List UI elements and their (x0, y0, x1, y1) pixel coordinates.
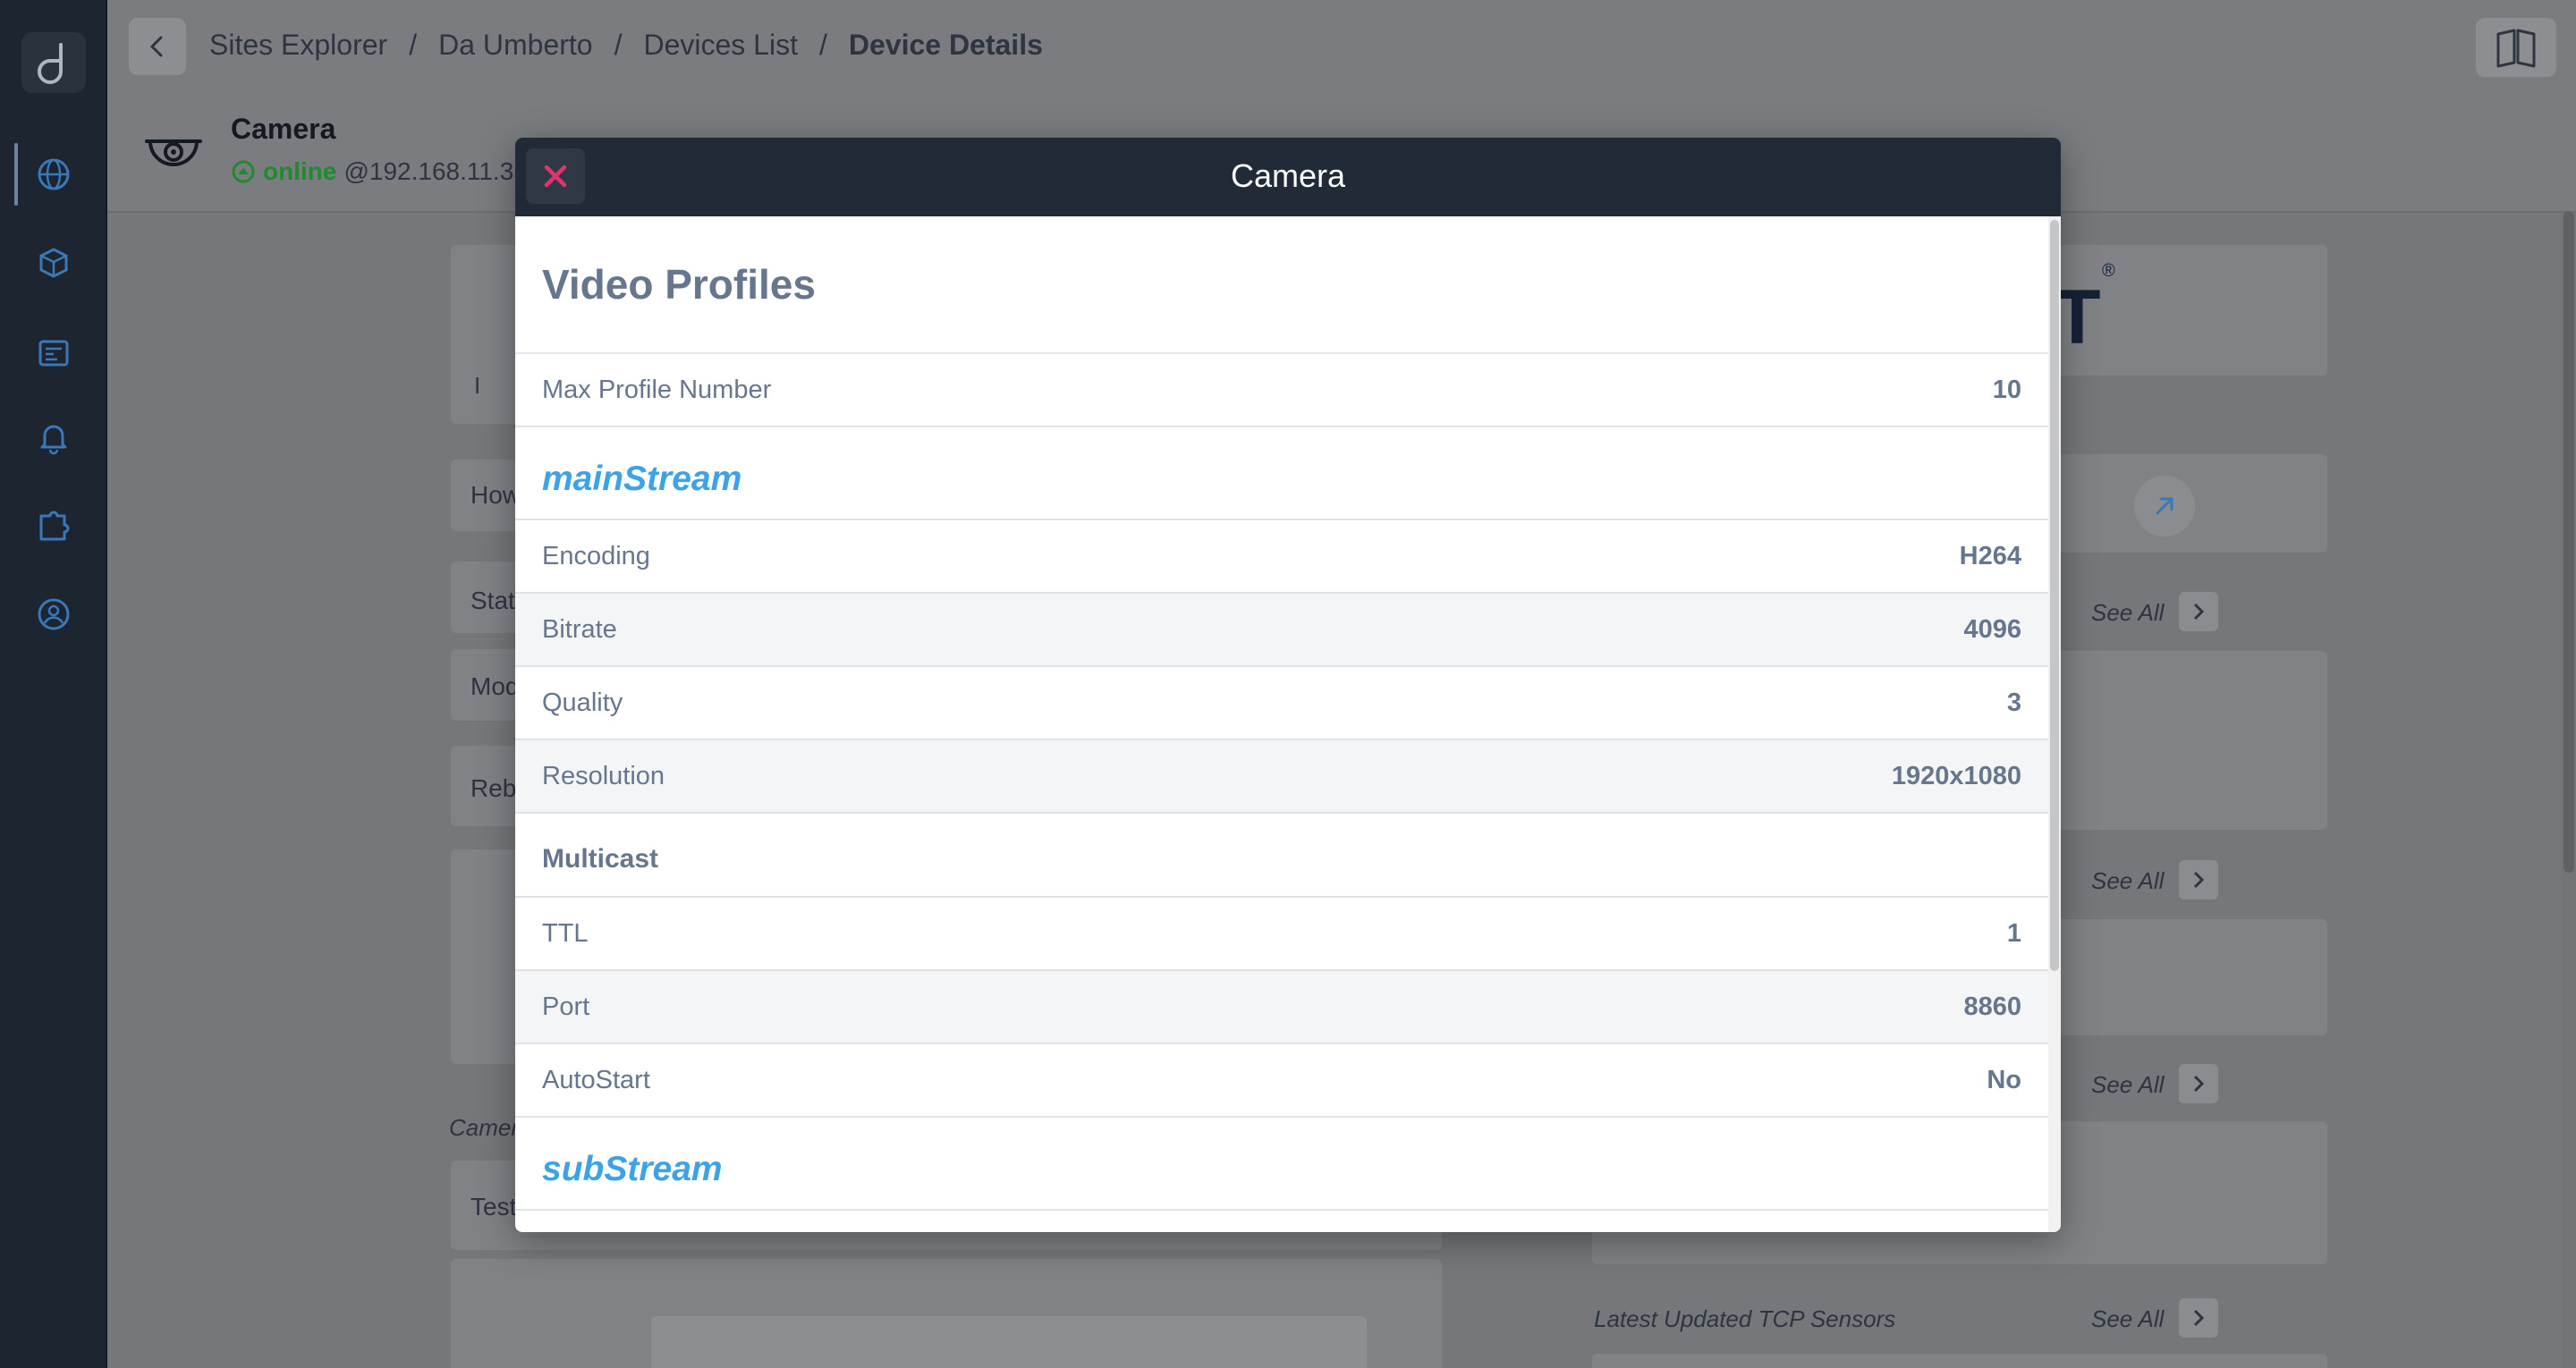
breadcrumb-separator: / (818, 29, 827, 61)
row-value: H264 (1959, 541, 2021, 570)
row-bitrate: Bitrate 4096 (515, 594, 2048, 667)
background-input-label: I (474, 372, 481, 399)
device-status-text: online (263, 157, 337, 185)
camera-modal: Camera Video Profiles Max Profile Number… (515, 138, 2061, 1232)
latest-tcp-sensors-label: Latest Updated TCP Sensors (1594, 1305, 1896, 1332)
row-label: Resolution (542, 761, 665, 790)
nav-alerts[interactable] (0, 397, 107, 477)
row-autostart: AutoStart No (515, 1044, 2048, 1118)
background-list-card (1592, 1354, 2327, 1368)
nav-account[interactable] (0, 574, 107, 654)
see-all-chevron-button[interactable] (2179, 860, 2218, 899)
d-logo-icon (38, 43, 63, 84)
nav-devices[interactable] (0, 224, 107, 304)
background-brand-mark: ® (2102, 261, 2115, 281)
row-quality: Quality 3 (515, 667, 2048, 740)
see-all-chevron-button[interactable] (2179, 1298, 2218, 1338)
see-all-link[interactable]: See All (2091, 599, 2164, 627)
nav-integrations[interactable] (0, 486, 107, 567)
row-label: AutoStart (542, 1065, 650, 1094)
row-max-profile-number: Max Profile Number 10 (515, 354, 2048, 427)
row-value: 4096 (1963, 614, 2021, 644)
row-value: 8860 (1963, 992, 2021, 1021)
subsection-title-multicast: Multicast (515, 814, 2048, 898)
row-port: Port 8860 (515, 971, 2048, 1044)
puzzle-icon (39, 511, 70, 541)
device-name: Camera (231, 113, 336, 145)
user-circle-icon (38, 598, 70, 630)
row-label: Bitrate (542, 614, 617, 644)
see-all-link[interactable]: See All (2091, 867, 2164, 895)
see-all-link[interactable]: See All (2091, 1071, 2164, 1099)
background-label-test: Test (470, 1193, 517, 1220)
row-resolution: Resolution 1920x1080 (515, 740, 2048, 814)
app-logo[interactable] (21, 32, 86, 93)
back-button[interactable] (129, 18, 186, 75)
stream-title-main: mainStream (515, 427, 2048, 520)
breadcrumb: Sites Explorer / Da Umberto / Devices Li… (209, 29, 1043, 62)
breadcrumb-devices-list[interactable]: Devices List (643, 29, 798, 62)
stream-title-sub: subStream (515, 1118, 2048, 1211)
nav-reports[interactable] (0, 313, 107, 393)
online-status-icon (232, 160, 255, 183)
chevron-left-icon (149, 36, 163, 57)
background-camera-label: Camer (449, 1114, 520, 1141)
row-ttl: TTL 1 (515, 898, 2048, 971)
modal-scrollbar-thumb[interactable] (2050, 220, 2059, 971)
row-value: 10 (1992, 375, 2021, 404)
breadcrumb-separator: / (409, 29, 418, 61)
breadcrumb-sites-explorer[interactable]: Sites Explorer (209, 29, 387, 62)
background-label-reb: Reb (470, 774, 517, 802)
sidebar (0, 0, 107, 1368)
see-all-link[interactable]: See All (2091, 1305, 2164, 1333)
dome-camera-icon (145, 139, 202, 166)
arrow-up-right-icon (2156, 497, 2174, 515)
nav-sites[interactable] (0, 134, 107, 215)
device-status: online @192.168.11.35 (231, 157, 528, 186)
chevron-right-icon (2193, 1309, 2205, 1327)
breadcrumb-separator: / (614, 29, 623, 61)
row-label: TTL (542, 918, 589, 948)
section-title-video-profiles: Video Profiles (515, 216, 2048, 354)
modal-title: Camera (1230, 157, 1346, 194)
row-label: Quality (542, 688, 623, 717)
background-label-how: How (470, 481, 521, 509)
cubes-icon (39, 248, 68, 278)
row-label: Max Profile Number (542, 375, 772, 404)
dashboard-icon (38, 340, 69, 367)
background-stream-preview (651, 1316, 1367, 1368)
book-open-icon (2496, 29, 2536, 68)
row-value: No (1987, 1065, 2021, 1094)
row-value: 1 (2006, 918, 2021, 948)
page-scrollbar-thumb[interactable] (2563, 211, 2574, 873)
external-link-button[interactable] (2134, 476, 2195, 536)
row-encoding: Encoding H264 (515, 520, 2048, 594)
breadcrumb-site[interactable]: Da Umberto (438, 29, 593, 62)
modal-body: Video Profiles Max Profile Number 10 mai… (515, 216, 2048, 1232)
device-address: @192.168.11.35 (343, 157, 528, 185)
bell-icon (40, 425, 67, 455)
chevron-right-icon (2193, 871, 2205, 889)
background-label-mod: Mod (470, 672, 520, 700)
modal-header: Camera (515, 138, 2061, 216)
chevron-right-icon (2193, 603, 2205, 621)
row-label: Port (542, 992, 590, 1021)
see-all-chevron-button[interactable] (2179, 592, 2218, 631)
globe-icon (38, 158, 70, 190)
see-all-chevron-button[interactable] (2179, 1064, 2218, 1103)
docs-button[interactable] (2476, 18, 2556, 77)
breadcrumb-current: Device Details (848, 29, 1043, 61)
row-value: 3 (2006, 688, 2021, 717)
row-value: 1920x1080 (1891, 761, 2021, 790)
background-label-stat: Stat (470, 587, 515, 614)
top-bar: Sites Explorer / Da Umberto / Devices Li… (107, 0, 2576, 97)
row-label: Encoding (542, 541, 650, 570)
chevron-right-icon (2193, 1075, 2205, 1093)
